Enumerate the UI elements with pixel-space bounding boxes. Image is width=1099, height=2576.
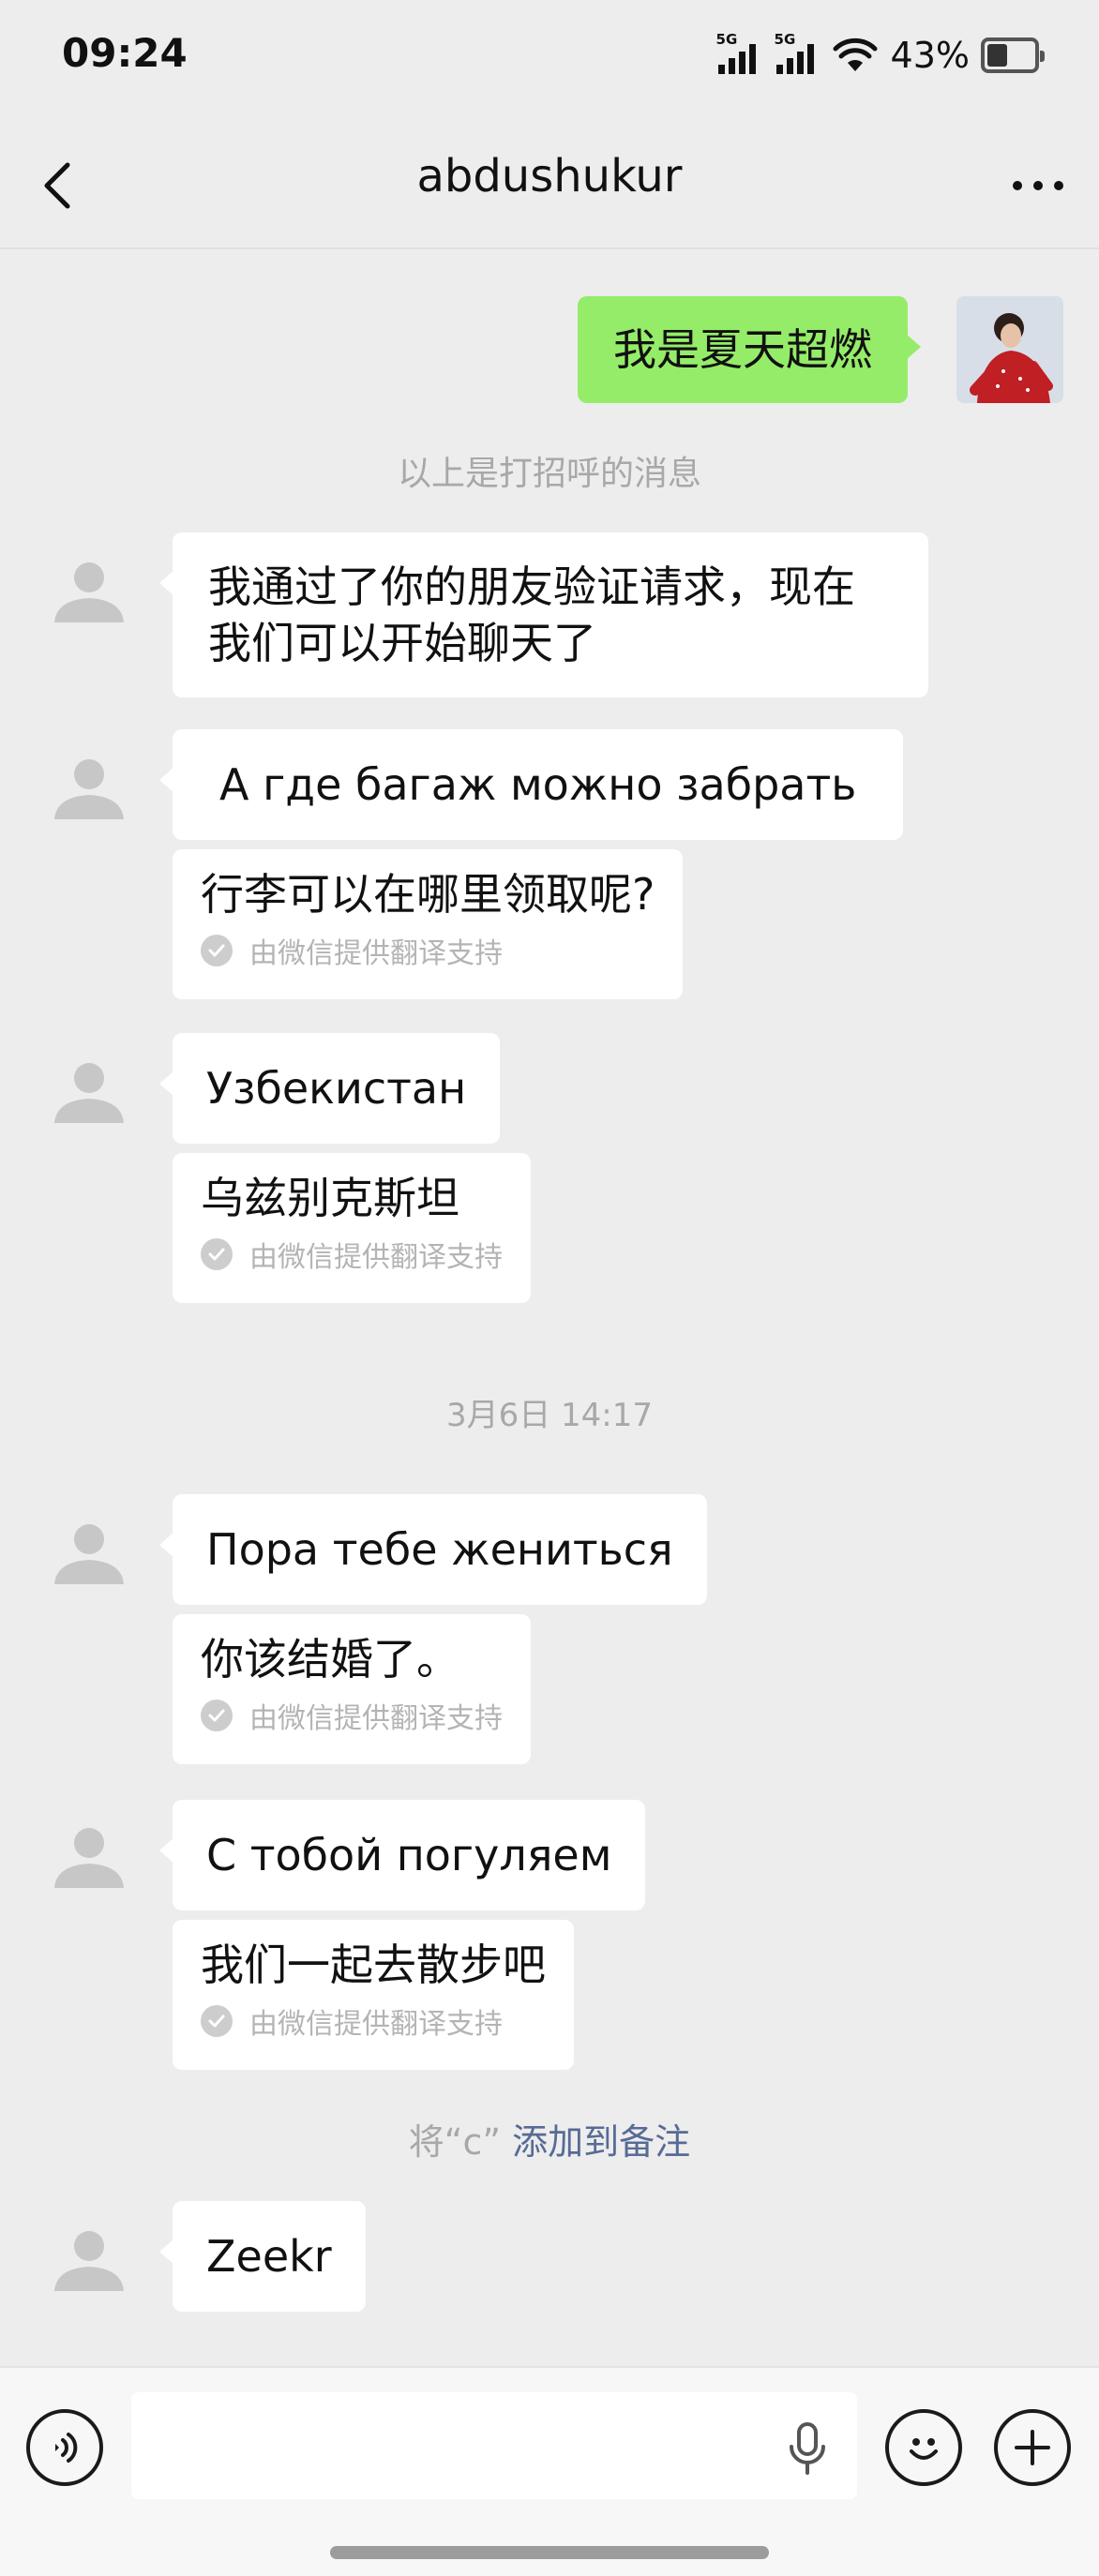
contact-avatar[interactable] — [36, 1035, 143, 1142]
emoji-icon — [910, 2438, 938, 2460]
message-input[interactable] — [131, 2392, 857, 2499]
default-avatar-icon — [54, 1828, 124, 1888]
add-remark-link[interactable]: 添加到备注 — [512, 2121, 690, 2163]
translation-source: 由微信提供翻译支持 — [201, 930, 655, 971]
default-avatar-icon — [54, 2231, 124, 2291]
contact-avatar[interactable] — [36, 2203, 143, 2310]
incoming-message-bubble[interactable]: С тобой погуляем — [158, 1800, 646, 1910]
my-avatar[interactable] — [956, 296, 1063, 403]
remark-prefix: 将“c” — [408, 2121, 502, 2163]
translation-card[interactable]: 我们一起去散步吧 由微信提供翻译支持 — [173, 1920, 574, 2070]
more-button[interactable] — [1005, 156, 1071, 216]
incoming-message-bubble[interactable]: 我通过了你的朋友验证请求，现在我们可以开始聊天了 — [159, 532, 928, 697]
translation-text: 乌兹别克斯坦 — [201, 1173, 459, 1223]
remark-notice: 将“c” 添加到备注 — [0, 2113, 1099, 2164]
contact-avatar[interactable] — [36, 731, 143, 838]
incoming-message-bubble[interactable]: А где багаж можно забрать — [158, 729, 904, 840]
status-bar: 09:24 5G 5G 43% — [0, 0, 1099, 112]
voice-mode-button[interactable] — [26, 2409, 103, 2486]
emoji-button[interactable] — [885, 2409, 962, 2486]
battery-icon — [981, 37, 1045, 73]
greeting-notice: 以上是打招呼的消息 — [397, 455, 701, 493]
check-circle-icon — [201, 1238, 233, 1270]
outgoing-message-bubble[interactable]: 我是夏天超燃 — [578, 296, 921, 403]
translation-source: 由微信提供翻译支持 — [201, 1234, 503, 1275]
incoming-message-bubble[interactable]: Zeekr — [159, 2201, 366, 2312]
default-avatar-icon — [54, 759, 124, 819]
translation-card[interactable]: 你该结婚了。 由微信提供翻译支持 — [173, 1614, 531, 1764]
translation-source-label: 由微信提供翻译支持 — [249, 1241, 503, 1274]
timestamp: 3月6日 14:17 — [445, 1397, 654, 1434]
status-time: 09:24 — [62, 30, 188, 76]
default-avatar-icon — [54, 562, 124, 622]
incoming-message-bubble[interactable]: Узбекистан — [158, 1033, 501, 1144]
check-circle-icon — [201, 935, 233, 966]
user-photo-icon — [956, 296, 1063, 403]
more-horizontal-icon — [1013, 181, 1063, 190]
cellular-signal-icon: 5G — [775, 31, 823, 76]
translation-text: 我们一起去散步吧 — [201, 1939, 546, 1990]
translation-source-label: 由微信提供翻译支持 — [249, 1702, 503, 1735]
contact-avatar[interactable] — [36, 534, 143, 641]
microphone-icon[interactable] — [784, 2419, 831, 2479]
translation-card[interactable]: 乌兹别克斯坦 由微信提供翻译支持 — [173, 1153, 531, 1303]
voice-mode-icon — [55, 2433, 78, 2463]
contact-avatar[interactable] — [36, 1800, 143, 1907]
more-functions-button[interactable] — [994, 2409, 1071, 2486]
chat-input-bar — [0, 2366, 1099, 2576]
battery-percent: 43% — [890, 35, 970, 76]
default-avatar-icon — [54, 1524, 124, 1584]
translation-source-label: 由微信提供翻译支持 — [249, 2008, 503, 2041]
plus-icon — [1015, 2430, 1050, 2465]
wifi-icon — [833, 37, 878, 71]
translation-source-label: 由微信提供翻译支持 — [249, 937, 503, 970]
cellular-signal-icon: 5G — [716, 31, 765, 76]
translation-text: 你该结婚了。 — [201, 1634, 459, 1685]
status-icons: 5G 5G 43% — [716, 31, 1045, 79]
contact-avatar[interactable] — [36, 1496, 143, 1603]
default-avatar-icon — [54, 1063, 124, 1123]
home-indicator[interactable] — [330, 2546, 769, 2559]
translation-source: 由微信提供翻译支持 — [201, 1695, 503, 1736]
translation-source: 由微信提供翻译支持 — [201, 2000, 546, 2042]
translation-card[interactable]: 行李可以在哪里领取呢? 由微信提供翻译支持 — [173, 849, 684, 999]
chat-title: abdushukur — [416, 150, 683, 202]
battery-level-fill — [987, 44, 1007, 67]
translation-text: 行李可以在哪里领取呢? — [201, 869, 655, 920]
incoming-message-bubble[interactable]: Пора тебе жениться — [159, 1494, 707, 1605]
check-circle-icon — [201, 2005, 233, 2037]
check-circle-icon — [201, 1700, 233, 1731]
chat-header: abdushukur — [0, 122, 1099, 249]
